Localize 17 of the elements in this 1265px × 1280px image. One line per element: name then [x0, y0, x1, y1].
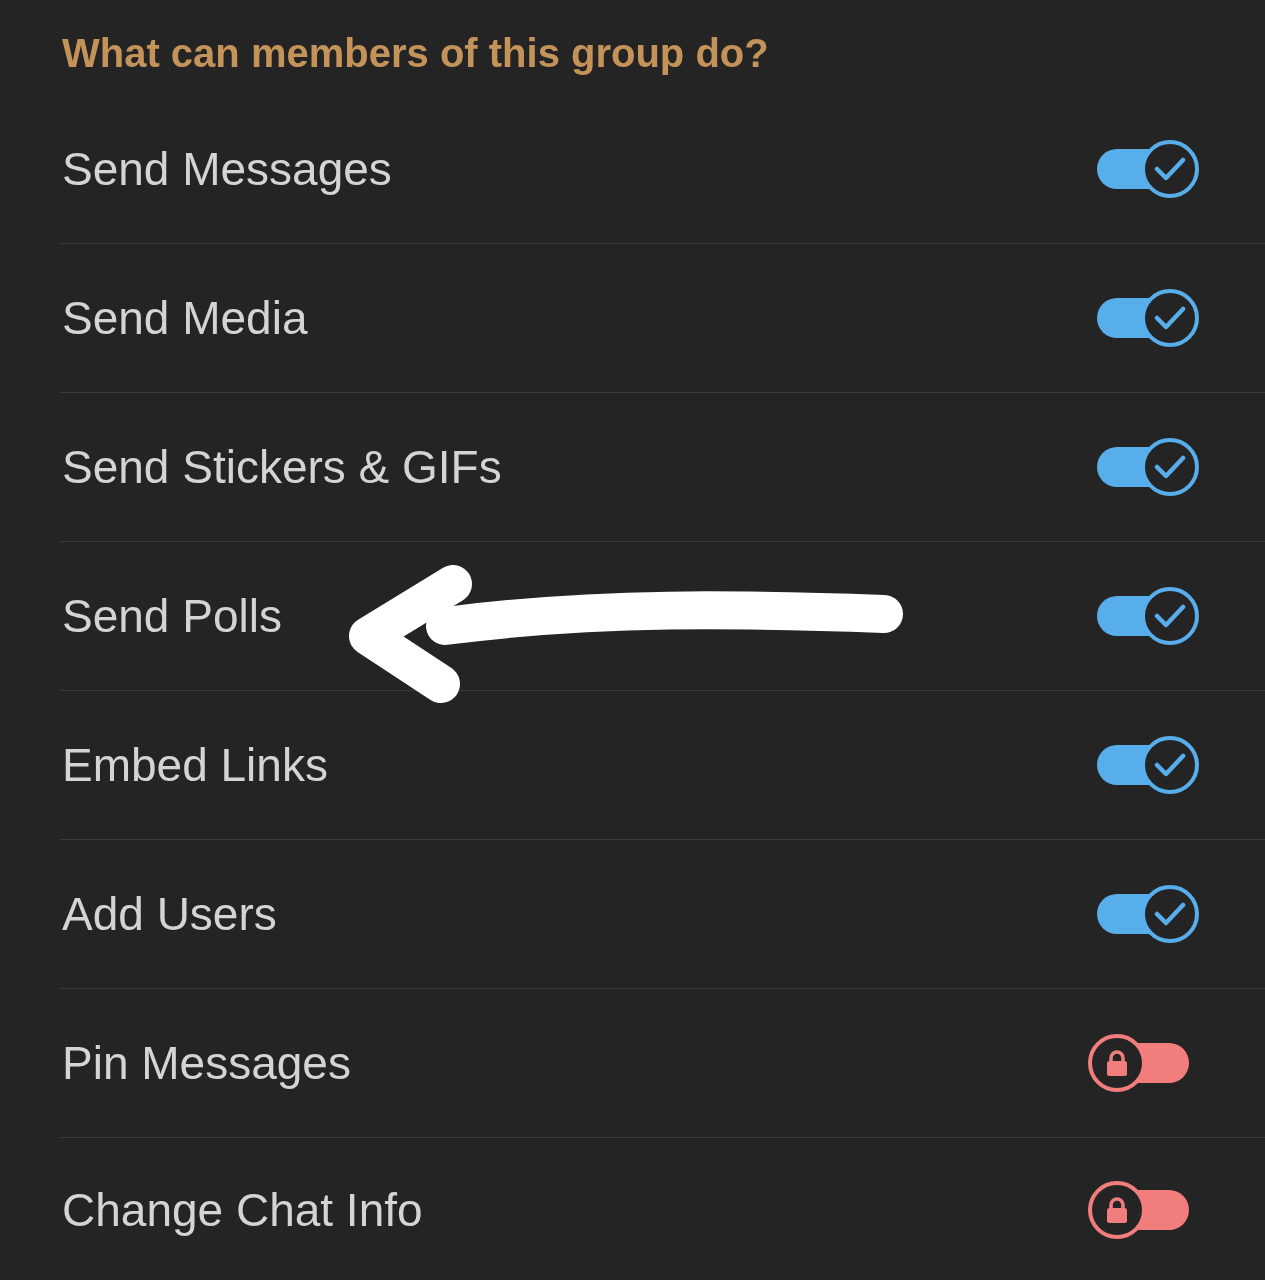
permission-label: Send Messages: [62, 142, 392, 196]
check-icon: [1154, 604, 1186, 628]
check-icon: [1154, 306, 1186, 330]
check-icon: [1154, 157, 1186, 181]
permission-label: Send Stickers & GIFs: [62, 440, 502, 494]
permission-label: Send Media: [62, 291, 308, 345]
lock-icon: [1106, 1196, 1128, 1223]
permission-label: Change Chat Info: [62, 1182, 423, 1237]
permission-label: Send Polls: [62, 589, 282, 643]
section-title: What can members of this group do?: [62, 31, 769, 75]
permission-label: Add Users: [62, 887, 277, 941]
check-icon: [1154, 753, 1186, 777]
permission-label: Embed Links: [62, 738, 328, 792]
permission-label: Pin Messages: [62, 1036, 351, 1090]
lock-icon: [1106, 1050, 1128, 1076]
check-icon: [1154, 455, 1186, 479]
check-icon: [1154, 902, 1186, 926]
